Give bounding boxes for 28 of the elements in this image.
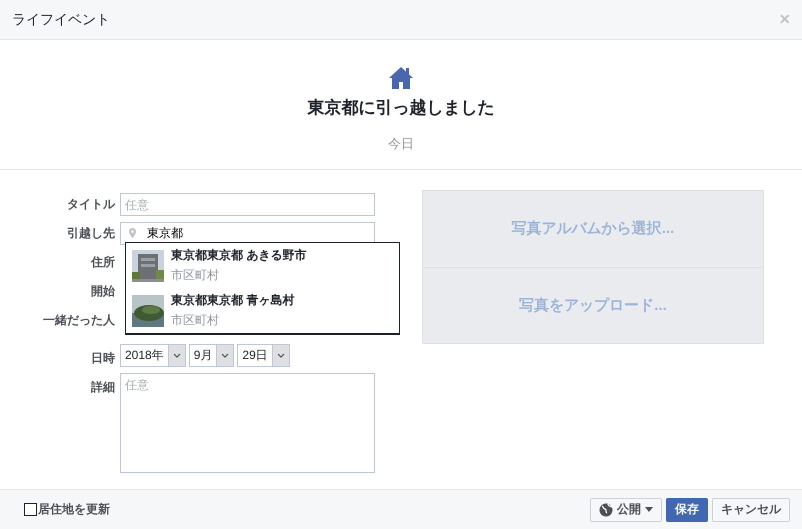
select-field[interactable]: 9月: [188, 344, 234, 367]
select-field[interactable]: 29日: [237, 344, 290, 367]
update-residence-checkbox[interactable]: 居住地を更新: [24, 501, 110, 518]
event-date: 今日: [388, 135, 414, 153]
field-label: 引越し先: [66, 225, 116, 242]
privacy-button[interactable]: 公開: [590, 498, 662, 522]
house-icon: [388, 66, 414, 90]
field-label: 詳細: [90, 379, 116, 396]
caret-icon: [645, 507, 653, 512]
suggestion-item[interactable]: 東京都東京都 あきる野市 市区町村: [126, 243, 399, 288]
field-label: 一緒だった人: [42, 312, 116, 329]
caret-icon: [276, 353, 285, 358]
field-label: 日時: [90, 350, 116, 367]
caret-icon: [221, 353, 230, 358]
window-title: ライフイベント: [12, 10, 110, 28]
details-field[interactable]: 任意: [120, 373, 375, 473]
suggestion-item[interactable]: 東京都東京都 青ヶ島村 市区町村: [126, 288, 399, 333]
event-headline: 東京都に引っ越しました: [308, 97, 494, 119]
title-field[interactable]: 任意: [120, 193, 375, 216]
field-label: 住所: [90, 254, 116, 271]
caret-icon: [172, 353, 181, 358]
globe-icon: [599, 502, 613, 516]
save-button[interactable]: 保存: [666, 498, 708, 522]
select-field[interactable]: 2018年: [120, 344, 186, 367]
pin-icon: [129, 228, 136, 238]
field-label: タイトル: [66, 196, 116, 213]
cancel-button[interactable]: キャンセル: [712, 498, 790, 522]
field-label: 開始: [90, 283, 116, 300]
